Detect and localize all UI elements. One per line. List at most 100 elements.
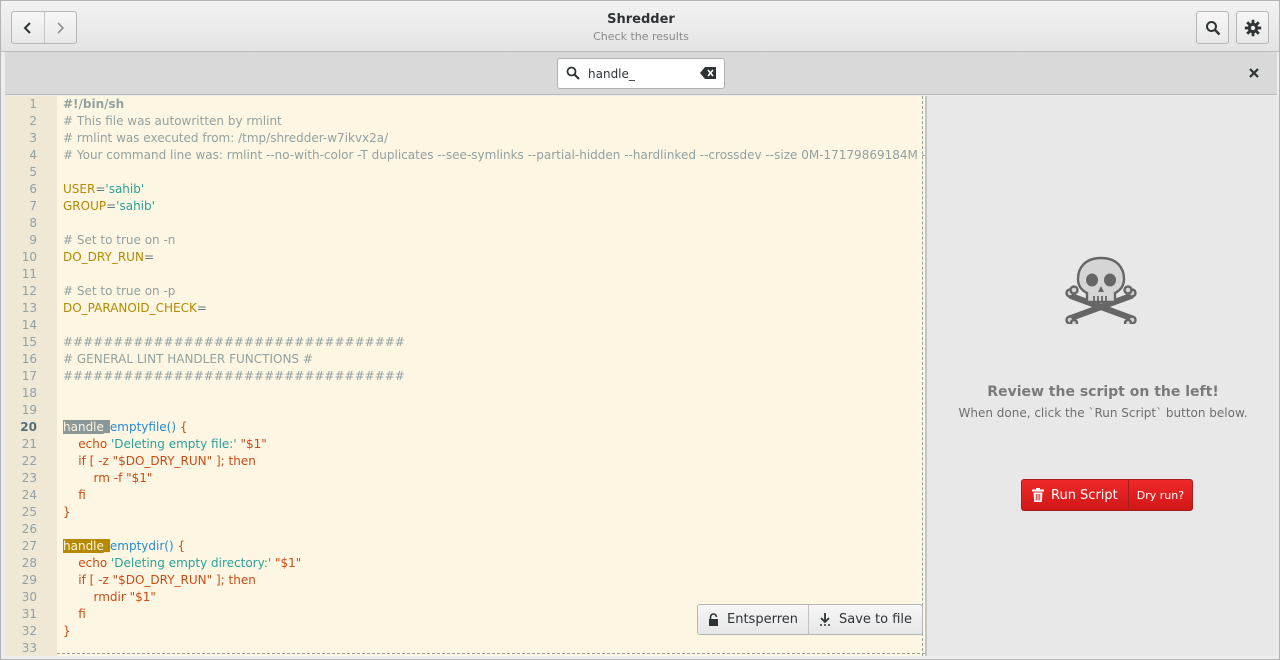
- code-line[interactable]: 4 # Your command line was: rmlint --no-wi…: [5, 147, 925, 164]
- title-box: Shredder Check the results: [441, 12, 841, 43]
- line-text: rmdir "$1": [63, 589, 156, 606]
- line-number: 5: [29, 165, 37, 179]
- line-number: 12: [21, 284, 37, 298]
- code-line[interactable]: 1 #!/bin/sh: [5, 96, 925, 113]
- code-line[interactable]: 14: [5, 317, 925, 334]
- code-line[interactable]: 27 handle_emptydir() {: [5, 538, 925, 555]
- line-text: fi: [63, 606, 86, 623]
- line-text: ##################################: [63, 368, 405, 385]
- close-search-button[interactable]: [1245, 64, 1263, 82]
- line-number: 21: [21, 437, 37, 451]
- run-script-label: Run Script: [1051, 487, 1118, 503]
- dry-run-button[interactable]: Dry run?: [1127, 480, 1192, 510]
- code-token: fi: [63, 488, 86, 502]
- search-entry[interactable]: [557, 58, 725, 89]
- code-token: ]; then: [212, 573, 256, 587]
- search-icon: [566, 66, 580, 80]
- code-token: "$1": [236, 437, 267, 451]
- backspace-icon[interactable]: [700, 67, 716, 79]
- code-line[interactable]: 20 handle_emptyfile() {: [5, 419, 925, 436]
- line-number: 6: [29, 182, 37, 196]
- code-line[interactable]: 29 if [ -z "$DO_DRY_RUN" ]; then: [5, 572, 925, 589]
- line-number: 17: [21, 369, 37, 383]
- code-line[interactable]: 19: [5, 402, 925, 419]
- code-token: 'Deleting empty directory:': [111, 556, 272, 570]
- line-number: 10: [21, 250, 37, 264]
- line-number: 14: [21, 318, 37, 332]
- line-text: #!/bin/sh: [63, 96, 124, 113]
- line-number: 20: [20, 420, 37, 434]
- code-view[interactable]: 1 #!/bin/sh 2 # This file was autowritten b…: [5, 96, 925, 656]
- code-line[interactable]: 16 # GENERAL LINT HANDLER FUNCTIONS #: [5, 351, 925, 368]
- line-number: 16: [21, 352, 37, 366]
- code-line[interactable]: 7 GROUP='sahib': [5, 198, 925, 215]
- code-token: # rmlint was executed from: /tmp/shredde…: [63, 131, 389, 145]
- settings-button[interactable]: [1236, 11, 1269, 44]
- line-text: if [ -z "$DO_DRY_RUN" ]; then: [63, 453, 256, 470]
- code-token: # Set to true on -n: [63, 233, 176, 247]
- code-token: rmdir: [63, 590, 130, 604]
- code-token: 'Deleting empty file:': [111, 437, 237, 451]
- line-text: if [ -z "$DO_DRY_RUN" ]; then: [63, 572, 256, 589]
- shredder-window: Shredder Check the results handle_ 1 #!/…: [0, 0, 1280, 660]
- header-bar: Shredder Check the results: [1, 1, 1279, 52]
- code-line[interactable]: 12 # Set to true on -p: [5, 283, 925, 300]
- line-text: ##################################: [63, 334, 405, 351]
- forward-button[interactable]: [43, 12, 77, 43]
- code-token: =: [143, 250, 154, 264]
- code-line[interactable]: 26: [5, 521, 925, 538]
- line-number: 22: [21, 454, 37, 468]
- save-to-file-button[interactable]: Save to file: [808, 605, 922, 634]
- script-editor[interactable]: 1 #!/bin/sh 2 # This file was autowritten b…: [5, 96, 925, 656]
- code-line[interactable]: 23 rm -f "$1": [5, 470, 925, 487]
- code-token: =: [95, 182, 106, 196]
- line-number: 29: [21, 573, 37, 587]
- window-title: Shredder: [607, 12, 675, 27]
- unlock-button[interactable]: Entsperren: [698, 605, 808, 634]
- code-line[interactable]: 10 DO_DRY_RUN=: [5, 249, 925, 266]
- code-token: echo: [63, 556, 111, 570]
- line-number: 4: [29, 148, 37, 162]
- code-line[interactable]: 3 # rmlint was executed from: /tmp/shredd…: [5, 130, 925, 147]
- code-line[interactable]: 15 ##################################: [5, 334, 925, 351]
- close-icon: [1249, 68, 1259, 78]
- search-input[interactable]: [588, 64, 692, 84]
- code-line[interactable]: 28 echo 'Deleting empty directory:' "$1": [5, 555, 925, 572]
- code-token: ##################################: [63, 335, 405, 349]
- code-token: DO_DRY_RUN: [63, 250, 144, 264]
- line-number: 24: [21, 488, 37, 502]
- code-line[interactable]: 5: [5, 164, 925, 181]
- line-number: 31: [21, 607, 37, 621]
- line-number: 8: [29, 216, 37, 230]
- run-script-button[interactable]: Run Script: [1022, 480, 1128, 510]
- line-text: }: [63, 623, 71, 640]
- line-text: echo 'Deleting empty file:' "$1": [63, 436, 267, 453]
- code-line[interactable]: 18: [5, 385, 925, 402]
- line-text: # This file was autowritten by rmlint: [63, 113, 282, 130]
- code-token: 'sahib': [105, 182, 145, 196]
- code-line[interactable]: 25}: [5, 504, 925, 521]
- line-text: GROUP='sahib': [63, 198, 155, 215]
- code-line[interactable]: 24 fi: [5, 487, 925, 504]
- code-line[interactable]: 11: [5, 266, 925, 283]
- code-line[interactable]: 13 DO_PARANOID_CHECK=: [5, 300, 925, 317]
- line-text: # Your command line was: rmlint --no-wit…: [63, 147, 925, 164]
- review-title: Review the script on the left!: [987, 384, 1219, 400]
- back-button[interactable]: [12, 12, 44, 43]
- save-to-file-label: Save to file: [839, 612, 913, 627]
- code-token: if [ -z: [63, 573, 113, 587]
- code-line[interactable]: 22 if [ -z "$DO_DRY_RUN" ]; then: [5, 453, 925, 470]
- line-number: 18: [21, 386, 37, 400]
- line-number: 27: [21, 539, 37, 553]
- code-line[interactable]: 21 echo 'Deleting empty file:' "$1": [5, 436, 925, 453]
- search-toggle-button[interactable]: [1196, 11, 1229, 44]
- code-line[interactable]: 2 # This file was autowritten by rmlint: [5, 113, 925, 130]
- line-text: rm -f "$1": [63, 470, 153, 487]
- code-line[interactable]: 9 # Set to true on -n: [5, 232, 925, 249]
- code-line[interactable]: 17 ##################################: [5, 368, 925, 385]
- line-text: USER='sahib': [63, 181, 144, 198]
- line-text: DO_DRY_RUN=: [63, 249, 154, 266]
- code-line[interactable]: 6 USER='sahib': [5, 181, 925, 198]
- code-line[interactable]: 8: [5, 215, 925, 232]
- code-token: "$DO_DRY_RUN": [112, 573, 213, 587]
